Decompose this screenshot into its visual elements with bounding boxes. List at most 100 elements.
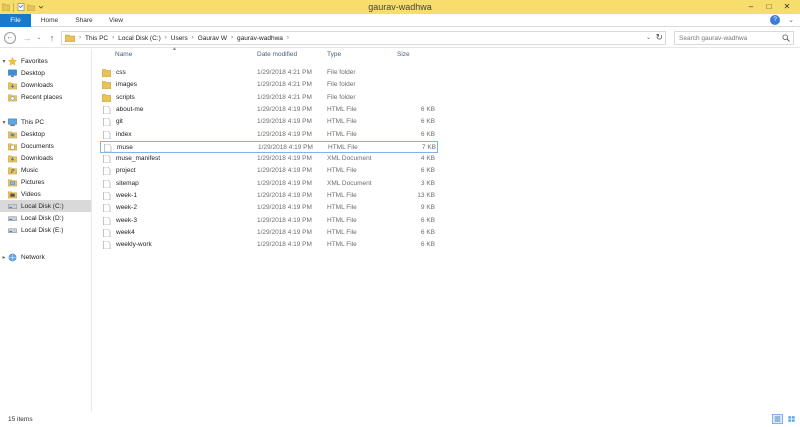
- expand-arrow-icon[interactable]: ▾: [0, 119, 8, 126]
- file-row[interactable]: sitemap 1/29/2018 4:19 PM XML Document 3…: [100, 178, 438, 190]
- nav-this-pc-music[interactable]: Music: [0, 164, 91, 176]
- search-box[interactable]: Search gaurav-wadhwa: [674, 31, 794, 45]
- file-name: week-2: [116, 204, 137, 212]
- address-dropdown-icon[interactable]: ⌄: [646, 34, 651, 41]
- file-name: muse_manifest: [116, 155, 161, 163]
- nav-this-pc-desktop[interactable]: Desktop: [0, 128, 91, 140]
- nav-this-pc[interactable]: ▾ This PC: [0, 116, 91, 128]
- breadcrumb-users[interactable]: Users: [171, 35, 188, 42]
- file-row[interactable]: muse_manifest 1/29/2018 4:19 PM XML Docu…: [100, 153, 438, 165]
- file-date: 1/29/2018 4:19 PM: [257, 241, 312, 249]
- file-date: 1/29/2018 4:21 PM: [257, 81, 312, 89]
- nav-local-disk-e[interactable]: Local Disk (E:): [0, 224, 91, 236]
- nav-label: Local Disk (C:): [21, 202, 64, 210]
- file-size: 6 KB: [420, 105, 435, 113]
- nav-favorites-recent-places[interactable]: Recent places: [0, 91, 91, 103]
- breadcrumb-separator[interactable]: ›: [112, 35, 114, 41]
- file-row[interactable]: git 1/29/2018 4:19 PM HTML File 6 KB: [100, 116, 438, 128]
- file-row[interactable]: css 1/29/2018 4:21 PM File folder: [100, 67, 438, 79]
- file-row[interactable]: scripts 1/29/2018 4:21 PM File folder: [100, 92, 438, 104]
- file-date: 1/29/2018 4:19 PM: [257, 118, 312, 126]
- help-icon[interactable]: ?: [770, 15, 780, 25]
- expand-arrow-icon[interactable]: ▸: [0, 254, 8, 261]
- file-type: File folder: [327, 81, 356, 89]
- pictures-icon: [8, 179, 17, 186]
- tab-share[interactable]: Share: [68, 14, 100, 27]
- tab-home[interactable]: Home: [33, 14, 66, 27]
- file-type: HTML File: [327, 228, 357, 236]
- file-row[interactable]: about-me 1/29/2018 4:19 PM HTML File 6 K…: [100, 104, 438, 116]
- details-view-icon[interactable]: [772, 414, 783, 424]
- file-row[interactable]: index 1/29/2018 4:19 PM HTML File 6 KB: [100, 129, 438, 141]
- nav-label: Network: [21, 253, 45, 261]
- column-header-type[interactable]: Type: [327, 51, 341, 58]
- breadcrumb-separator[interactable]: ›: [79, 35, 81, 41]
- html-file-icon: [103, 228, 111, 237]
- tab-view[interactable]: View: [102, 14, 130, 27]
- file-row[interactable]: week-3 1/29/2018 4:19 PM HTML File 6 KB: [100, 215, 438, 227]
- desktop-icon: [8, 131, 17, 138]
- search-placeholder[interactable]: Search gaurav-wadhwa: [679, 35, 747, 42]
- breadcrumb-this-pc[interactable]: This PC: [85, 35, 108, 42]
- nav-favorites-downloads[interactable]: Downloads: [0, 79, 91, 91]
- folder-icon: [102, 81, 111, 90]
- nav-favorites[interactable]: ▾ Favorites: [0, 55, 91, 67]
- file-type: HTML File: [327, 167, 357, 175]
- breadcrumb-separator[interactable]: ›: [287, 35, 289, 41]
- file-row-selected[interactable]: muse 1/29/2018 4:19 PM HTML File 7 KB: [100, 140, 438, 153]
- breadcrumb-separator[interactable]: ›: [192, 35, 194, 41]
- file-name: week-1: [116, 192, 137, 199]
- minimize-button[interactable]: –: [742, 1, 760, 12]
- breadcrumb-separator[interactable]: ›: [231, 35, 233, 41]
- file-name: index: [116, 130, 132, 138]
- forward-button[interactable]: →: [21, 32, 33, 44]
- status-bar: 15 items: [0, 412, 800, 427]
- nav-this-pc-pictures[interactable]: Pictures: [0, 176, 91, 188]
- breadcrumb-gaurav-w[interactable]: Gaurav W: [198, 35, 227, 42]
- file-row[interactable]: weekly-work 1/29/2018 4:19 PM HTML File …: [100, 239, 438, 251]
- file-size: 3 KB: [420, 179, 435, 187]
- address-bar[interactable]: › This PC › Local Disk (C:) › Users › Ga…: [61, 31, 666, 45]
- sort-ascending-icon: ▲: [172, 46, 177, 52]
- file-type: HTML File: [327, 192, 357, 199]
- html-file-icon: [103, 216, 111, 225]
- file-size: 6 KB: [420, 118, 435, 126]
- file-type: HTML File: [327, 118, 357, 126]
- maximize-button[interactable]: □: [760, 1, 778, 12]
- nav-label: Local Disk (E:): [21, 226, 64, 234]
- expand-arrow-icon[interactable]: ▾: [0, 58, 8, 65]
- breadcrumb-gaurav-wadhwa[interactable]: gaurav-wadhwa: [237, 35, 283, 42]
- file-size: 6 KB: [420, 167, 435, 175]
- nav-favorites-desktop[interactable]: Desktop: [0, 67, 91, 79]
- refresh-icon[interactable]: ↻: [655, 32, 663, 43]
- nav-this-pc-videos[interactable]: Videos: [0, 188, 91, 200]
- nav-network[interactable]: ▸ Network: [0, 251, 91, 263]
- search-icon[interactable]: [782, 34, 790, 42]
- back-button[interactable]: ←: [4, 32, 16, 44]
- file-row[interactable]: project 1/29/2018 4:19 PM HTML File 6 KB: [100, 165, 438, 177]
- nav-this-pc-downloads[interactable]: Downloads: [0, 152, 91, 164]
- column-header-date-modified[interactable]: Date modified: [257, 51, 297, 58]
- file-row[interactable]: week4 1/29/2018 4:19 PM HTML File 6 KB: [100, 227, 438, 239]
- column-header-size[interactable]: Size: [397, 51, 410, 58]
- file-size: 13 KB: [417, 192, 435, 199]
- file-row[interactable]: week-2 1/29/2018 4:19 PM HTML File 9 KB: [100, 202, 438, 214]
- large-icons-view-icon[interactable]: [786, 414, 797, 424]
- up-button[interactable]: ↑: [46, 32, 58, 44]
- file-row[interactable]: images 1/29/2018 4:21 PM File folder: [100, 79, 438, 91]
- expand-ribbon-icon[interactable]: ⌄: [788, 16, 794, 24]
- tab-file[interactable]: File: [0, 14, 31, 27]
- drive-icon: [8, 203, 17, 209]
- nav-local-disk-c[interactable]: Local Disk (C:): [0, 200, 91, 212]
- column-header-name[interactable]: Name: [115, 51, 132, 58]
- html-file-icon: [103, 241, 111, 250]
- file-row[interactable]: week-1 1/29/2018 4:19 PM HTML File 13 KB: [100, 190, 438, 202]
- breadcrumb-separator[interactable]: ›: [165, 35, 167, 41]
- breadcrumb-local-disk-c[interactable]: Local Disk (C:): [118, 35, 161, 42]
- recent-locations-button[interactable]: ⌄: [33, 32, 45, 44]
- close-button[interactable]: ✕: [778, 1, 796, 12]
- downloads-icon: [8, 155, 17, 162]
- nav-local-disk-d[interactable]: Local Disk (D:): [0, 212, 91, 224]
- drive-icon: [8, 227, 17, 233]
- nav-this-pc-documents[interactable]: Documents: [0, 140, 91, 152]
